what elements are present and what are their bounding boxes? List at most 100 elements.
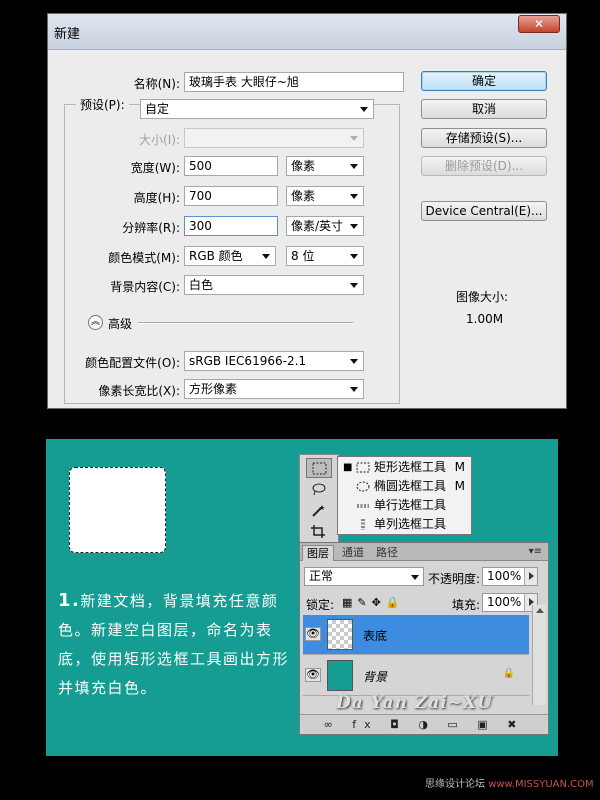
lock-icon: 🔒: [502, 668, 515, 679]
chevron-down-icon: [350, 164, 358, 169]
layer-row-biaodi[interactable]: 👁 表底: [303, 615, 529, 655]
single-column-marquee-icon: [361, 519, 365, 530]
pixel-aspect-value: 方形像素: [189, 382, 238, 396]
blend-mode-value: 正常: [309, 569, 334, 583]
marquee-tool[interactable]: [306, 458, 332, 478]
width-unit-value: 像素: [291, 159, 316, 173]
author-watermark: Da Yan Zai~XU: [336, 693, 493, 713]
crop-icon: [311, 525, 325, 538]
pixel-aspect-select[interactable]: 方形像素: [184, 379, 364, 399]
background-label: 背景内容(C):: [110, 280, 180, 294]
lock-label: 锁定:: [306, 598, 335, 612]
toolbox: [299, 454, 339, 544]
white-square-selection: [69, 467, 166, 553]
device-central-button[interactable]: Device Central(E)...: [421, 201, 547, 221]
tab-paths[interactable]: 路径: [372, 545, 402, 561]
panel-menu-icon[interactable]: ▾≡: [529, 546, 542, 557]
lock-options[interactable]: ▦✎✥🔒: [342, 596, 405, 609]
bit-depth-select[interactable]: 8 位: [286, 246, 364, 266]
fill-value: 100%: [487, 595, 522, 609]
width-input[interactable]: 500: [184, 156, 278, 176]
flyout-item-elliptical-marquee[interactable]: 椭圆选框工具 M: [338, 477, 471, 496]
tab-layers[interactable]: 图层: [302, 545, 334, 561]
preset-select[interactable]: 自定: [140, 99, 374, 119]
chevron-down-icon: [350, 194, 358, 199]
color-mode-select[interactable]: RGB 颜色: [184, 246, 276, 266]
flyout-item-single-row-marquee[interactable]: 单行选框工具: [338, 496, 471, 515]
advanced-divider: [138, 322, 353, 324]
flyout-item-label: 椭圆选框工具: [374, 479, 447, 493]
chevron-down-icon: [350, 254, 358, 259]
color-mode-value: RGB 颜色: [189, 249, 243, 263]
layer-name: 表底: [363, 629, 388, 643]
chevron-down-icon: [411, 575, 419, 580]
chevron-down-icon: [350, 283, 358, 288]
step-text: 新建文档，背景填充任意颜色。新建空白图层，命名为表底，使用矩形选框工具画出方形并…: [58, 592, 290, 697]
background-select[interactable]: 白色: [184, 275, 364, 295]
layer-thumbnail: [327, 660, 353, 691]
bit-depth-value: 8 位: [291, 249, 315, 263]
height-unit-value: 像素: [291, 189, 316, 203]
height-input[interactable]: 700: [184, 186, 278, 206]
layer-name: 背景: [363, 670, 388, 684]
layers-scrollbar[interactable]: [532, 605, 546, 705]
tab-channels[interactable]: 通道: [338, 545, 368, 561]
preset-label: 预设(P):: [76, 96, 129, 113]
close-icon: ✕: [533, 17, 545, 31]
rect-marquee-icon: [312, 462, 327, 475]
panel-tabs: 图层 通道 路径 ▾≡: [300, 543, 548, 561]
width-unit-select[interactable]: 像素: [286, 156, 364, 176]
eye-icon[interactable]: 👁: [305, 627, 321, 641]
chevron-down-icon: [350, 136, 358, 141]
flyout-item-label: 矩形选框工具: [374, 460, 447, 474]
chevron-down-icon: [350, 224, 358, 229]
size-label: 大小(I):: [139, 133, 180, 147]
rect-marquee-icon: [356, 462, 370, 473]
color-profile-label: 颜色配置文件(O):: [85, 356, 180, 370]
close-button[interactable]: ✕: [518, 15, 560, 33]
site-watermark: 思缘设计论坛 www.MISSYUAN.COM: [425, 775, 594, 790]
advanced-toggle-icon[interactable]: ︽: [88, 315, 103, 330]
resolution-unit-value: 像素/英寸: [291, 219, 344, 233]
advanced-label: 高级: [108, 317, 133, 331]
height-label: 高度(H):: [133, 191, 180, 205]
image-size-value: 1.00M: [466, 312, 504, 326]
crop-tool[interactable]: [306, 522, 332, 542]
fill-input[interactable]: 100%: [482, 593, 538, 612]
layer-row-background[interactable]: 👁 背景 🔒: [303, 656, 529, 696]
dialog-titlebar: 新建 ✕: [48, 14, 566, 50]
site-name: 思缘设计论坛: [425, 779, 485, 790]
ellipse-marquee-icon: [356, 481, 370, 492]
flyout-item-single-column-marquee[interactable]: 单列选框工具: [338, 515, 471, 534]
blend-mode-select[interactable]: 正常: [304, 567, 424, 586]
magic-wand-icon: [312, 505, 325, 517]
name-input[interactable]: 玻璃手表 大眼仔~旭: [184, 72, 404, 92]
resolution-unit-select[interactable]: 像素/英寸: [286, 216, 364, 236]
color-profile-select[interactable]: sRGB IEC61966-2.1: [184, 351, 364, 371]
site-url: www.MISSYUAN.COM: [488, 779, 594, 790]
cancel-button[interactable]: 取消: [421, 99, 547, 119]
height-unit-select[interactable]: 像素: [286, 186, 364, 206]
delete-preset-button[interactable]: 删除预设(D)...: [421, 156, 547, 176]
size-select[interactable]: [184, 128, 364, 148]
chevron-down-icon: [360, 107, 368, 112]
opacity-label: 不透明度:: [428, 572, 481, 586]
resolution-input[interactable]: 300: [184, 216, 278, 236]
chevron-down-icon: [350, 359, 358, 364]
marquee-tool-flyout: ■ 矩形选框工具 M 椭圆选框工具 M 单行选框工具 单列选框工具: [337, 456, 472, 535]
layers-footer-icons[interactable]: ∞ fx ◘ ◑ ▭ ▣ ✖: [300, 714, 548, 734]
resolution-label: 分辨率(R):: [122, 221, 180, 235]
flyout-item-rect-marquee[interactable]: ■ 矩形选框工具 M: [338, 458, 471, 477]
flyout-item-shortcut: M: [454, 460, 465, 474]
lasso-icon: [312, 483, 326, 496]
save-preset-button[interactable]: 存储预设(S)...: [421, 128, 547, 148]
flyout-item-shortcut: M: [454, 479, 465, 493]
magic-wand-tool[interactable]: [306, 501, 332, 521]
color-mode-label: 颜色模式(M):: [108, 251, 180, 265]
eye-icon[interactable]: 👁: [305, 668, 321, 682]
lasso-tool[interactable]: [306, 480, 332, 500]
opacity-input[interactable]: 100%: [482, 567, 538, 586]
ok-button[interactable]: 确定: [421, 71, 547, 91]
chevron-right-icon[interactable]: [524, 568, 537, 585]
tutorial-panel: 1.新建文档，背景填充任意颜色。新建空白图层，命名为表底，使用矩形选框工具画出方…: [46, 439, 558, 756]
